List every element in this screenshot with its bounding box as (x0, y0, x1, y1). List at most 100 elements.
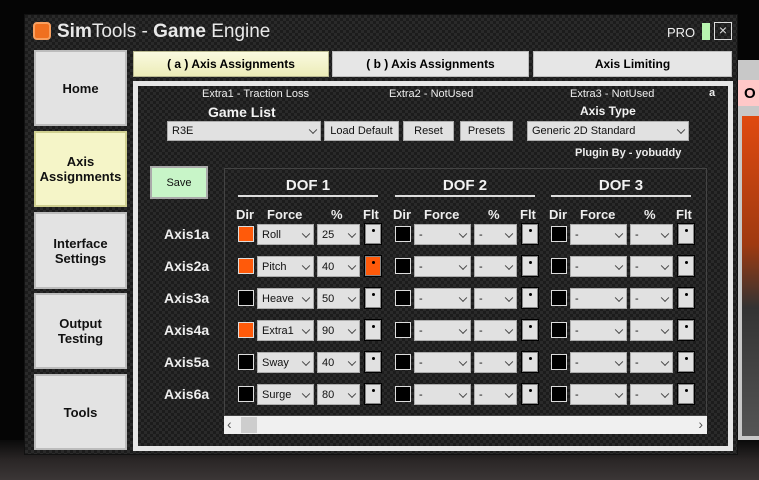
game-list-select[interactable]: R3E (167, 121, 321, 141)
percent-select[interactable]: 40 (317, 256, 360, 277)
force-select[interactable]: - (414, 224, 471, 245)
tab-axis-assignments-a[interactable]: ( a ) Axis Assignments (133, 51, 329, 77)
direction-checkbox[interactable] (395, 290, 411, 306)
percent-select[interactable]: - (474, 352, 517, 373)
horizontal-scrollbar[interactable]: ‹ › (224, 416, 707, 434)
force-select[interactable]: Heave (257, 288, 314, 309)
percent-select[interactable]: - (474, 384, 517, 405)
force-select[interactable]: Roll (257, 224, 314, 245)
force-select[interactable]: - (570, 256, 627, 277)
scroll-right-icon[interactable]: › (698, 416, 703, 432)
filter-button[interactable] (521, 383, 539, 405)
direction-checkbox[interactable] (395, 386, 411, 402)
direction-checkbox[interactable] (551, 322, 567, 338)
percent-select[interactable]: - (474, 256, 517, 277)
filter-button[interactable] (677, 255, 695, 277)
force-select[interactable]: - (414, 256, 471, 277)
axis-type-select[interactable]: Generic 2D Standard (527, 121, 689, 141)
force-select[interactable]: - (570, 224, 627, 245)
save-button[interactable]: Save (150, 166, 208, 199)
force-select[interactable]: Extra1 (257, 320, 314, 341)
sidebar-item-tools[interactable]: Tools (34, 374, 127, 450)
percent-select[interactable]: - (630, 256, 673, 277)
axis-label: Axis4a (164, 322, 210, 338)
percent-select[interactable]: - (630, 224, 673, 245)
filter-button[interactable] (364, 319, 382, 341)
direction-checkbox[interactable] (395, 226, 411, 242)
percent-select[interactable]: - (630, 352, 673, 373)
tab-axis-assignments-b[interactable]: ( b ) Axis Assignments (332, 51, 529, 77)
force-select[interactable]: - (570, 288, 627, 309)
force-select[interactable]: - (570, 320, 627, 341)
direction-checkbox[interactable] (395, 354, 411, 370)
filter-button[interactable] (677, 223, 695, 245)
filter-button[interactable] (364, 223, 382, 245)
force-select[interactable]: - (414, 288, 471, 309)
presets-button[interactable]: Presets (460, 121, 513, 141)
force-select[interactable]: Pitch (257, 256, 314, 277)
direction-checkbox[interactable] (238, 322, 254, 338)
filter-button[interactable] (677, 351, 695, 373)
flt-column-header: Flt (676, 207, 692, 222)
load-default-button[interactable]: Load Default (324, 121, 399, 141)
filter-button[interactable] (521, 223, 539, 245)
background-window-label: O (738, 80, 759, 106)
percent-select[interactable]: 40 (317, 352, 360, 373)
filter-button[interactable] (521, 319, 539, 341)
force-select[interactable]: - (570, 384, 627, 405)
force-select[interactable]: Sway (257, 352, 314, 373)
direction-checkbox[interactable] (238, 386, 254, 402)
percent-select[interactable]: 90 (317, 320, 360, 341)
percent-select[interactable]: - (630, 384, 673, 405)
filter-button[interactable] (677, 383, 695, 405)
percent-select[interactable]: 80 (317, 384, 360, 405)
direction-checkbox[interactable] (551, 226, 567, 242)
dir-column-header: Dir (236, 207, 255, 222)
direction-checkbox[interactable] (395, 258, 411, 274)
direction-checkbox[interactable] (238, 226, 254, 242)
sidebar-item-axis-assignments[interactable]: Axis Assignments (34, 131, 127, 207)
percent-select[interactable]: - (474, 224, 517, 245)
filter-button[interactable] (677, 287, 695, 309)
force-select[interactable]: - (414, 352, 471, 373)
filter-button[interactable] (364, 351, 382, 373)
direction-checkbox[interactable] (551, 258, 567, 274)
filter-button[interactable] (364, 287, 382, 309)
filter-button[interactable] (521, 351, 539, 373)
direction-checkbox[interactable] (238, 290, 254, 306)
force-column-header: Force (580, 207, 616, 222)
filter-button[interactable] (677, 319, 695, 341)
force-select[interactable]: - (414, 320, 471, 341)
filter-button[interactable] (521, 255, 539, 277)
dot-icon (528, 261, 532, 264)
force-select[interactable]: Surge (257, 384, 314, 405)
close-button[interactable]: × (714, 22, 732, 40)
force-value: - (419, 388, 423, 401)
percent-select[interactable]: - (630, 288, 673, 309)
scrollbar-thumb[interactable] (241, 417, 257, 433)
sidebar-item-output-testing[interactable]: Output Testing (34, 293, 127, 369)
filter-button[interactable] (521, 287, 539, 309)
direction-checkbox[interactable] (551, 386, 567, 402)
direction-checkbox[interactable] (551, 290, 567, 306)
tab-axis-limiting[interactable]: Axis Limiting (533, 51, 732, 77)
filter-button[interactable] (364, 255, 382, 277)
reset-button[interactable]: Reset (403, 121, 454, 141)
percent-select[interactable]: - (630, 320, 673, 341)
direction-checkbox[interactable] (238, 354, 254, 370)
direction-checkbox[interactable] (551, 354, 567, 370)
sidebar-item-home[interactable]: Home (34, 50, 127, 126)
sidebar-item-interface-settings[interactable]: Interface Settings (34, 212, 127, 289)
direction-checkbox[interactable] (238, 258, 254, 274)
percent-value: - (479, 292, 483, 305)
percent-select[interactable]: - (474, 288, 517, 309)
force-select[interactable]: - (414, 384, 471, 405)
scroll-left-icon[interactable]: ‹ (227, 416, 232, 432)
dot-icon (371, 357, 375, 360)
percent-select[interactable]: - (474, 320, 517, 341)
percent-select[interactable]: 25 (317, 224, 360, 245)
percent-select[interactable]: 50 (317, 288, 360, 309)
force-select[interactable]: - (570, 352, 627, 373)
filter-button[interactable] (364, 383, 382, 405)
direction-checkbox[interactable] (395, 322, 411, 338)
